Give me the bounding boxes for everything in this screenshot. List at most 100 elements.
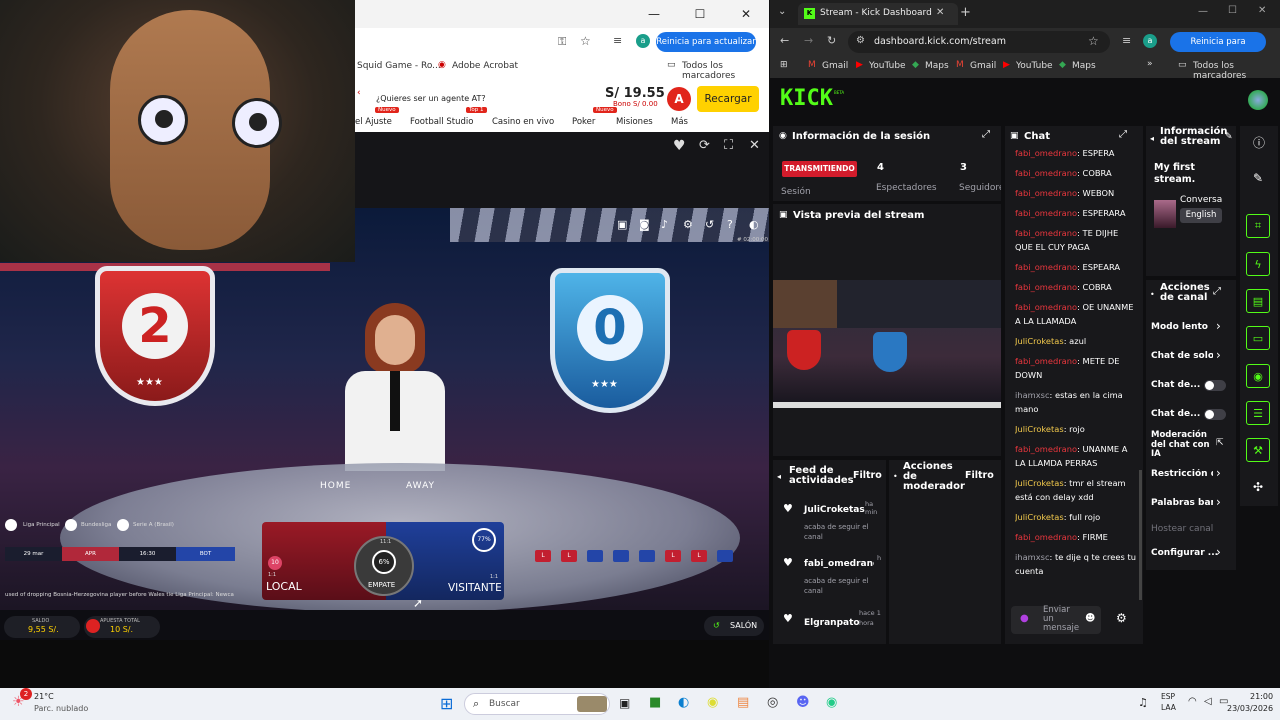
star-icon[interactable]: ☆: [580, 34, 591, 48]
close-button[interactable]: ✕: [723, 1, 769, 27]
mod-filter[interactable]: Filtro: [965, 470, 994, 481]
chat-icon[interactable]: ▣: [617, 218, 627, 231]
chat-username[interactable]: JuliCroketas: [1015, 336, 1064, 346]
message-icon[interactable]: ▭: [1246, 326, 1270, 350]
bookmark-all[interactable]: Todos los marcadores: [682, 61, 769, 81]
history-icon[interactable]: ↺: [705, 218, 714, 231]
chat-username[interactable]: ihamxsc: [1015, 390, 1050, 400]
bookmark-maps[interactable]: Maps: [925, 61, 949, 71]
more-bookmarks-icon[interactable]: »: [1147, 59, 1153, 69]
profile-avatar[interactable]: a: [636, 34, 650, 48]
apps-icon[interactable]: ⊞: [780, 60, 788, 70]
action-slow-mode[interactable]: Modo lento ›: [1146, 319, 1236, 336]
settings-icon[interactable]: ⚙: [683, 218, 693, 231]
obs-icon[interactable]: ◎: [767, 695, 778, 710]
edit-icon[interactable]: ✎: [1225, 132, 1233, 142]
heart-icon[interactable]: ♥: [673, 138, 686, 154]
site-info-icon[interactable]: ⚙: [856, 35, 865, 46]
feed-filter[interactable]: Filtro: [853, 470, 882, 481]
minimize-button[interactable]: —: [1198, 6, 1208, 17]
chat-username[interactable]: JuliCroketas: [1015, 478, 1064, 488]
close-button[interactable]: ✕: [1258, 5, 1266, 16]
salon-button[interactable]: ↺ SALÓN: [704, 616, 764, 636]
expand-icon[interactable]: ⤢: [1119, 129, 1127, 140]
chat-username[interactable]: fabi_omedrano: [1015, 168, 1077, 178]
bookmark-squid-game[interactable]: Squid Game - Ro...: [357, 61, 441, 71]
bookmark-maps-2[interactable]: Maps: [1072, 61, 1096, 71]
profile-avatar[interactable]: a: [1143, 34, 1157, 48]
expand-icon[interactable]: ⤢: [1213, 286, 1221, 297]
lobby-icon[interactable]: ◐: [749, 218, 759, 231]
chat-input[interactable]: ● Enviar un mensaje ☻: [1011, 606, 1101, 634]
forward-icon[interactable]: →: [804, 34, 813, 47]
chat-username[interactable]: fabi_omedrano: [1015, 228, 1077, 238]
chat-username[interactable]: fabi_omedrano: [1015, 302, 1077, 312]
toggle-switch[interactable]: [1204, 409, 1226, 420]
bookmark-all[interactable]: Todos los marcadores: [1193, 61, 1280, 81]
league-bundesliga[interactable]: Bundesliga: [81, 522, 111, 528]
filter-date[interactable]: 29 mar: [5, 547, 62, 561]
bookmark-youtube[interactable]: YouTube: [869, 61, 906, 71]
feed-user[interactable]: fabi_omedrano_: [804, 559, 874, 569]
back-icon[interactable]: ←: [780, 34, 789, 47]
maximize-button[interactable]: ☐: [1228, 5, 1237, 16]
chat-scrollbar[interactable]: [1139, 470, 1142, 600]
mic-icon[interactable]: ●: [1020, 613, 1029, 624]
flash-icon[interactable]: ϟ: [1246, 252, 1270, 276]
task-view-icon[interactable]: ▣: [619, 696, 630, 710]
action-host-channel[interactable]: Hostear canal: [1146, 522, 1236, 538]
info-circle-icon[interactable]: ⓘ: [1253, 134, 1265, 151]
promo-text[interactable]: ¿Quieres ser un agente AT?: [376, 94, 486, 103]
star-icon[interactable]: ☆: [1088, 34, 1099, 48]
nav-casino-en-vivo[interactable]: Casino en vivo: [492, 117, 554, 127]
clock-time[interactable]: 21:00: [1250, 692, 1273, 701]
discord-icon[interactable]: ☻: [796, 695, 810, 710]
tab-search-icon[interactable]: ≡: [613, 34, 622, 47]
chat-username[interactable]: fabi_omedrano: [1015, 444, 1077, 454]
chat-username[interactable]: fabi_omedrano: [1015, 188, 1077, 198]
video-icon[interactable]: ◙: [639, 218, 650, 231]
windows-start-icon[interactable]: ⊞: [440, 694, 453, 713]
broadcast-icon[interactable]: ◉: [1246, 364, 1270, 388]
layout-icon[interactable]: ☰: [1246, 401, 1270, 425]
recargar-button[interactable]: Recargar: [697, 86, 759, 112]
chat-username[interactable]: fabi_omedrano: [1015, 208, 1077, 218]
kick-logo[interactable]: KICK: [780, 86, 833, 111]
minecraft-icon[interactable]: ■: [649, 695, 661, 710]
bookmark-gmail-2[interactable]: Gmail: [970, 61, 996, 71]
chat-username[interactable]: fabi_omedrano: [1015, 532, 1077, 542]
feed-user[interactable]: Elgranpato: [804, 618, 860, 628]
reload-icon[interactable]: ↻: [827, 34, 836, 47]
refresh-icon[interactable]: ⟳: [699, 138, 710, 153]
add-widget-icon[interactable]: ✣: [1253, 480, 1263, 494]
emoji-icon[interactable]: ☻: [1085, 613, 1095, 624]
fullscreen-icon[interactable]: ⛶: [724, 138, 733, 153]
language-layout[interactable]: LAA: [1161, 703, 1176, 712]
chrome-profile-icon[interactable]: ◉: [826, 695, 837, 710]
toggle-switch[interactable]: [1204, 380, 1226, 391]
restart-update-button[interactable]: Reinicia para actualizar: [1170, 32, 1266, 67]
wifi-icon[interactable]: ◠: [1188, 696, 1197, 707]
new-tab-icon[interactable]: +: [960, 5, 971, 20]
stream-preview[interactable]: [773, 280, 1001, 408]
chat-username[interactable]: fabi_omedrano: [1015, 356, 1077, 366]
nav-mas[interactable]: Más: [671, 117, 688, 127]
nav-misiones[interactable]: Misiones: [616, 117, 653, 127]
action-restriction[interactable]: Restricción de ›: [1146, 466, 1236, 483]
files-icon[interactable]: ▤: [737, 695, 749, 710]
help-icon[interactable]: ?: [727, 218, 733, 231]
filter-bot[interactable]: BOT: [176, 547, 235, 561]
category-thumbnail[interactable]: [1154, 200, 1176, 228]
bookmark-acrobat[interactable]: Adobe Acrobat: [452, 61, 518, 71]
chat-username[interactable]: ihamxsc: [1015, 552, 1050, 562]
minimize-button[interactable]: —: [631, 1, 677, 27]
bet-empate[interactable]: 11:1 6% EMPATE: [354, 536, 414, 596]
volume-icon[interactable]: ◁: [1204, 696, 1212, 707]
feed-user[interactable]: JuliCroketas: [804, 505, 865, 515]
nav-ajuste[interactable]: el Ajuste: [355, 117, 392, 127]
clock-date[interactable]: 23/03/2026: [1227, 704, 1273, 713]
bookmark-youtube-2[interactable]: YouTube: [1016, 61, 1053, 71]
action-ai-moderation[interactable]: Moderación del chat con IA ⇱: [1146, 430, 1236, 461]
sound-icon[interactable]: ♪: [661, 218, 668, 231]
chrome-icon[interactable]: ◉: [707, 695, 718, 710]
